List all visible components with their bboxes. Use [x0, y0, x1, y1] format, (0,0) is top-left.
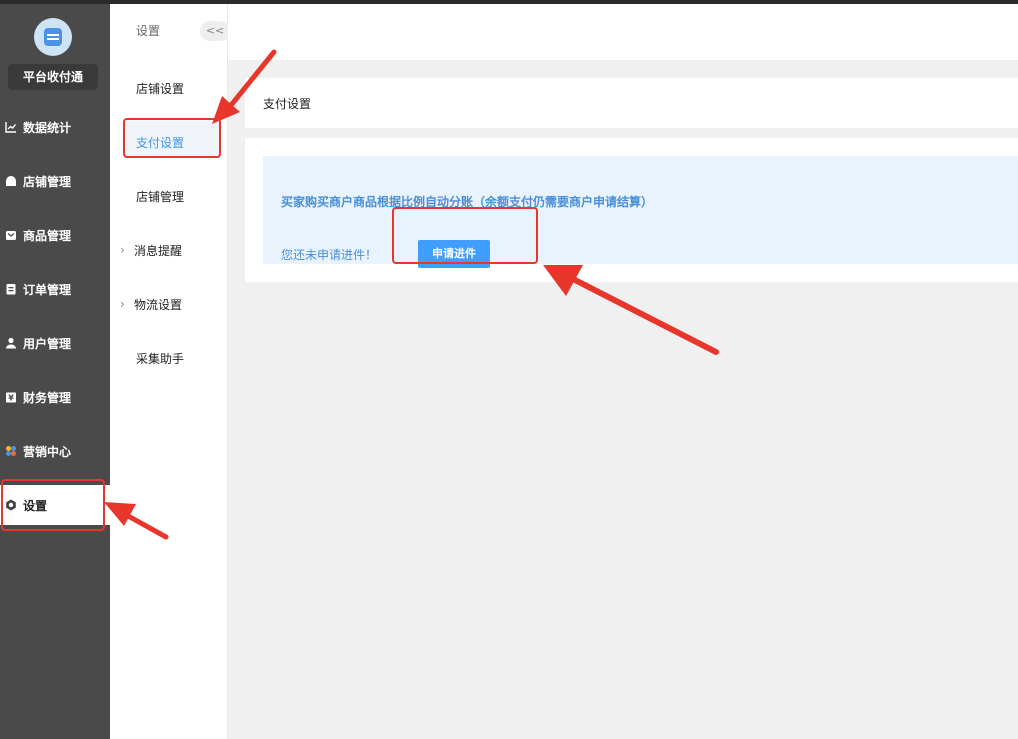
settings-subnav: 设置 << 店铺设置 支付设置 店铺管理 › 消息提醒 › 物流设置 采集助手: [110, 4, 230, 739]
highlight-box: [1, 479, 105, 531]
shop-icon: [5, 175, 17, 187]
sidebar-item-marketing[interactable]: 营销中心: [0, 431, 110, 471]
chevron-right-icon: ›: [120, 243, 125, 257]
sidebar-item-shop[interactable]: 店铺管理: [0, 161, 110, 201]
arrow-icon: [572, 277, 719, 355]
sidebar-item-orders[interactable]: 订单管理: [0, 269, 110, 309]
subnav-item-label: 物流设置: [134, 297, 183, 312]
finance-icon: ¥: [5, 391, 17, 403]
subnav-item-label: 店铺设置: [136, 81, 185, 96]
sidebar-item-label: 数据统计: [23, 120, 72, 135]
page-title: 支付设置: [263, 97, 312, 111]
marketing-icon: [5, 445, 17, 457]
sidebar-item-stats[interactable]: 数据统计: [0, 107, 110, 147]
chart-icon: [5, 121, 17, 133]
logo: [34, 18, 72, 56]
subnav-item-logistics[interactable]: › 物流设置: [120, 294, 183, 314]
sidebar-item-label: 营销中心: [23, 444, 72, 459]
user-icon: [5, 337, 17, 349]
main-header: [228, 4, 1018, 60]
sidebar-item-label: 商品管理: [23, 228, 72, 243]
payment-panel: 买家购买商户商品根据比例自动分账（余额支付仍需要商户申请结算） 您还未申请进件！…: [245, 138, 1018, 282]
section-header: 支付设置: [245, 78, 1018, 128]
logo-icon: [44, 28, 62, 46]
brand-name: 平台收付通: [8, 64, 98, 90]
subnav-item-label: 采集助手: [136, 351, 185, 366]
pending-status-text: 您还未申请进件！: [281, 248, 378, 262]
chevron-right-icon: ›: [120, 297, 125, 311]
subnav-item-label: 消息提醒: [134, 243, 183, 258]
subnav-item-label: 店铺管理: [136, 189, 185, 204]
info-notice: 买家购买商户商品根据比例自动分账（余额支付仍需要商户申请结算） 您还未申请进件！…: [263, 156, 1018, 268]
subnav-item-shop-settings[interactable]: 店铺设置: [136, 78, 184, 98]
subnav-item-shop-management[interactable]: 店铺管理: [136, 186, 184, 206]
order-icon: [5, 283, 17, 295]
collapse-button[interactable]: <<: [200, 21, 230, 41]
highlight-box: [392, 207, 538, 264]
highlight-box: [123, 118, 221, 158]
sidebar-item-label: 店铺管理: [23, 174, 72, 189]
sidebar-item-users[interactable]: 用户管理: [0, 323, 110, 363]
svg-text:¥: ¥: [8, 394, 14, 403]
main-sidebar: 平台收付通 数据统计 店铺管理 商品管理 订单管理 用户管理 ¥ 财务管理 营销…: [0, 4, 110, 739]
goods-icon: [5, 229, 17, 241]
sidebar-item-goods[interactable]: 商品管理: [0, 215, 110, 255]
sidebar-item-label: 订单管理: [23, 282, 72, 297]
sidebar-item-finance[interactable]: ¥ 财务管理: [0, 377, 110, 417]
subnav-item-notifications[interactable]: › 消息提醒: [120, 240, 183, 260]
subnav-title: 设置: [136, 24, 161, 38]
sidebar-item-label: 财务管理: [23, 390, 72, 405]
sidebar-item-label: 用户管理: [23, 336, 72, 351]
subnav-item-collect-assistant[interactable]: 采集助手: [136, 348, 184, 368]
